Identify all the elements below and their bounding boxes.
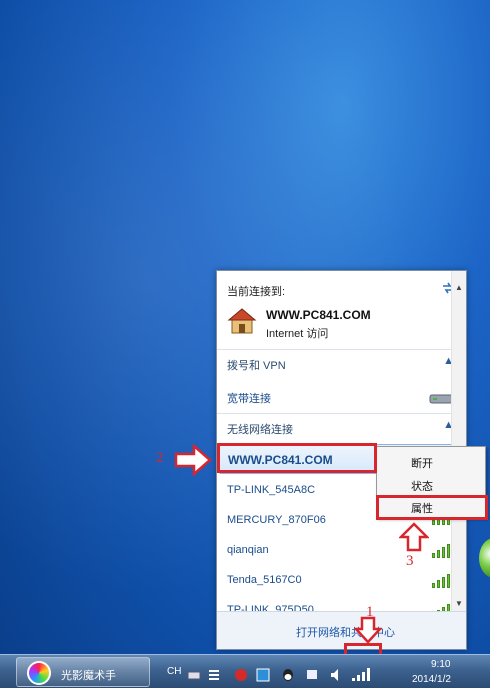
dialup-section-header[interactable]: 拨号和 VPN ▲	[217, 349, 466, 376]
taskbar: 光影魔术手 CH 9:10 2014/1/2	[0, 654, 490, 688]
language-indicator[interactable]: CH	[167, 666, 181, 677]
wireless-section-label: 无线网络连接	[227, 424, 293, 436]
menu-item-disconnect[interactable]: 断开	[411, 455, 433, 471]
dialup-section-label: 拨号和 VPN	[227, 360, 286, 372]
annotation-number-2: 2	[156, 450, 164, 466]
network-item[interactable]: Tenda_5167C0	[219, 565, 460, 595]
taskbar-app-label: 光影魔术手	[61, 670, 116, 682]
app-tray-icon[interactable]	[256, 668, 270, 682]
house-icon	[227, 308, 257, 334]
aperture-icon	[27, 661, 51, 685]
speaker-icon[interactable]	[329, 668, 343, 682]
keyboard-icon[interactable]	[187, 668, 201, 682]
flyout-footer: 打开网络和共享中心	[217, 611, 466, 649]
arrow-right-icon	[174, 444, 212, 476]
taskbar-app-button[interactable]: 光影魔术手	[16, 657, 150, 687]
signal-strength-icon	[430, 542, 450, 558]
scroll-up-icon[interactable]: ▲	[455, 283, 463, 292]
flyout-scrollbar[interactable]: ▲ ▼	[451, 271, 466, 612]
network-name: TP-LINK_545A8C	[227, 484, 316, 496]
annotation-number-3: 3	[406, 553, 414, 569]
annotation-number-1: 1	[366, 604, 374, 620]
wireless-network-icon[interactable]	[351, 666, 371, 682]
scroll-down-icon[interactable]: ▼	[455, 599, 463, 608]
network-name: Tenda_5167C0	[227, 574, 302, 586]
wireless-section-header[interactable]: 无线网络连接 ▲	[217, 413, 466, 440]
arrow-up-icon	[399, 522, 429, 552]
signal-strength-icon	[430, 572, 450, 588]
tray-flag-icon[interactable]	[305, 668, 319, 682]
current-connection-title: 当前连接到:	[227, 286, 286, 298]
modem-icon	[429, 394, 453, 404]
current-connection-status: Internet 访问	[266, 328, 329, 340]
qq-icon[interactable]	[281, 668, 295, 682]
network-name: MERCURY_870F06	[227, 514, 326, 526]
menu-item-status[interactable]: 状态	[411, 478, 433, 494]
security-icon[interactable]	[234, 668, 248, 682]
annotation-box-network	[217, 443, 377, 473]
clock-time[interactable]: 9:10	[431, 659, 450, 670]
network-name: qianqian	[227, 544, 269, 556]
menu-icon[interactable]	[207, 668, 221, 682]
current-connection-name: WWW.PC841.COM	[266, 308, 371, 322]
broadband-connection-item[interactable]: 宽带连接	[227, 390, 271, 406]
clock-date[interactable]: 2014/1/2	[412, 674, 451, 685]
annotation-box-properties	[376, 495, 488, 520]
